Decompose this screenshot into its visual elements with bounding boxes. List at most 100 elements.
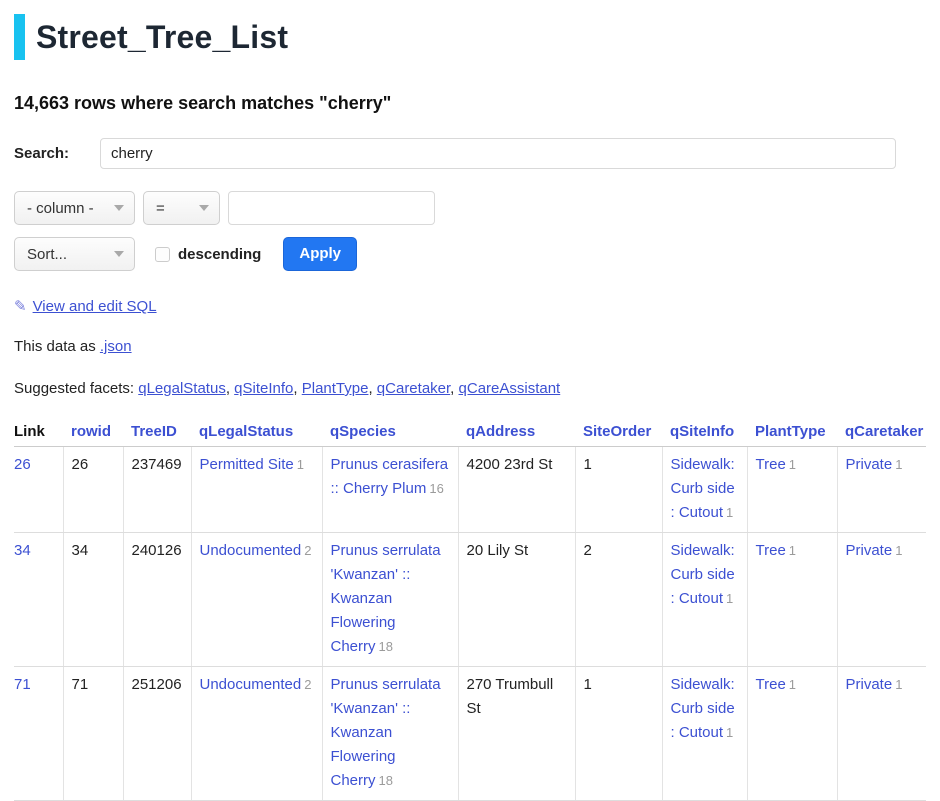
column-header-link: Link — [14, 417, 63, 447]
cell-qspecies: Prunus serrulata 'Kwanzan' :: Kwanzan Fl… — [322, 667, 458, 801]
cell-link: 34 — [14, 533, 63, 667]
operator-select[interactable]: = — [143, 191, 220, 225]
table-row: 26 26 237469 Permitted Site1 Prunus cera… — [14, 447, 926, 533]
table-header-row: Link rowid TreeID qLegalStatus qSpecies … — [14, 417, 926, 447]
cell-qcaretaker: Private1 — [837, 447, 926, 533]
cell-qcaretaker: Private1 — [837, 533, 926, 667]
column-header-label: qCaretaker — [845, 423, 923, 440]
facet-value-link[interactable]: Permitted Site — [200, 456, 294, 473]
column-select-value: - column - — [27, 200, 94, 217]
column-header-siteorder[interactable]: SiteOrder — [575, 417, 662, 447]
chevron-down-icon — [114, 251, 124, 257]
facet-link-qCareAssistant[interactable]: qCareAssistant — [459, 380, 561, 397]
facet-count: 1 — [726, 725, 733, 740]
operator-select-value: = — [156, 200, 165, 217]
facet-link-qCaretaker[interactable]: qCaretaker — [377, 380, 450, 397]
column-header-label: rowid — [71, 423, 111, 440]
cell-qaddress: 270 Trumbull St — [458, 667, 575, 801]
facet-link-PlantType[interactable]: PlantType — [302, 380, 369, 397]
cell-treeid: 237469 — [123, 447, 191, 533]
column-header-treeid[interactable]: TreeID — [123, 417, 191, 447]
data-as-row: This data as .json — [14, 338, 926, 355]
column-header-qspecies[interactable]: qSpecies — [322, 417, 458, 447]
descending-label: descending — [178, 246, 261, 263]
cell-qcaretaker: Private1 — [837, 667, 926, 801]
row-link[interactable]: 26 — [14, 456, 31, 473]
facet-separator: , — [450, 380, 458, 397]
view-edit-sql-link[interactable]: View and edit SQL — [33, 298, 157, 315]
facet-count: 1 — [789, 457, 796, 472]
search-input[interactable] — [100, 138, 896, 169]
facet-link-qSiteInfo[interactable]: qSiteInfo — [234, 380, 293, 397]
column-header-qcaretaker[interactable]: qCaretaker — [837, 417, 926, 447]
cell-qsiteinfo: Sidewalk: Curb side : Cutout1 — [662, 533, 747, 667]
filter-value-input[interactable] — [228, 191, 435, 225]
column-header-label: PlantType — [755, 423, 826, 440]
column-header-label: qSiteInfo — [670, 423, 734, 440]
facets-prefix: Suggested facets: — [14, 380, 138, 397]
facet-value-link[interactable]: Undocumented — [200, 542, 302, 559]
sort-select-value: Sort... — [27, 246, 67, 263]
cell-rowid: 26 — [63, 447, 123, 533]
facet-count: 1 — [895, 677, 902, 692]
column-header-planttype[interactable]: PlantType — [747, 417, 837, 447]
pencil-icon: ✎ — [14, 298, 27, 315]
facet-count: 16 — [429, 481, 443, 496]
descending-checkbox[interactable] — [155, 247, 170, 262]
sql-row: ✎ View and edit SQL — [14, 297, 926, 315]
column-header-rowid[interactable]: rowid — [63, 417, 123, 447]
column-header-label: qLegalStatus — [199, 423, 293, 440]
cell-qlegalstatus: Permitted Site1 — [191, 447, 322, 533]
apply-button[interactable]: Apply — [283, 237, 357, 271]
cell-link: 71 — [14, 667, 63, 801]
filter-row: - column - = — [14, 191, 926, 225]
json-link[interactable]: .json — [100, 338, 132, 355]
column-header-qlegalstatus[interactable]: qLegalStatus — [191, 417, 322, 447]
facet-separator: , — [293, 380, 301, 397]
facet-value-link[interactable]: Tree — [756, 456, 786, 473]
search-row: Search: — [14, 138, 926, 169]
results-table: Link rowid TreeID qLegalStatus qSpecies … — [14, 417, 926, 801]
facet-value-link[interactable]: Tree — [756, 542, 786, 559]
facet-count: 2 — [304, 677, 311, 692]
column-header-label: SiteOrder — [583, 423, 651, 440]
column-header-qaddress[interactable]: qAddress — [458, 417, 575, 447]
facet-value-link[interactable]: Private — [846, 542, 893, 559]
row-link[interactable]: 71 — [14, 676, 31, 693]
data-as-prefix: This data as — [14, 338, 100, 355]
facet-count: 18 — [379, 773, 393, 788]
facet-count: 1 — [726, 505, 733, 520]
cell-qspecies: Prunus serrulata 'Kwanzan' :: Kwanzan Fl… — [322, 533, 458, 667]
cell-qsiteinfo: Sidewalk: Curb side : Cutout1 — [662, 667, 747, 801]
facet-count: 1 — [726, 591, 733, 606]
cell-treeid: 251206 — [123, 667, 191, 801]
facet-value-link[interactable]: Private — [846, 676, 893, 693]
cell-qspecies: Prunus cerasifera :: Cherry Plum16 — [322, 447, 458, 533]
sort-select[interactable]: Sort... — [14, 237, 135, 271]
row-count-heading: 14,663 rows where search matches "cherry… — [14, 93, 926, 114]
cell-siteorder: 1 — [575, 667, 662, 801]
facet-link-qLegalStatus[interactable]: qLegalStatus — [138, 380, 226, 397]
facet-value-link[interactable]: Tree — [756, 676, 786, 693]
cell-qlegalstatus: Undocumented2 — [191, 533, 322, 667]
cell-siteorder: 2 — [575, 533, 662, 667]
facet-value-link[interactable]: Undocumented — [200, 676, 302, 693]
cell-qaddress: 4200 23rd St — [458, 447, 575, 533]
column-select[interactable]: - column - — [14, 191, 135, 225]
cell-treeid: 240126 — [123, 533, 191, 667]
sort-row: Sort... descending Apply — [14, 237, 926, 271]
column-header-qsiteinfo[interactable]: qSiteInfo — [662, 417, 747, 447]
facet-value-link[interactable]: Private — [846, 456, 893, 473]
cell-planttype: Tree1 — [747, 447, 837, 533]
facet-count: 1 — [789, 677, 796, 692]
row-link[interactable]: 34 — [14, 542, 31, 559]
column-header-label: TreeID — [131, 423, 177, 440]
cell-rowid: 34 — [63, 533, 123, 667]
facet-count: 18 — [379, 639, 393, 654]
column-header-label: qSpecies — [330, 423, 396, 440]
chevron-down-icon — [199, 205, 209, 211]
table-row: 34 34 240126 Undocumented2 Prunus serrul… — [14, 533, 926, 667]
suggested-facets-row: Suggested facets: qLegalStatus, qSiteInf… — [14, 380, 926, 397]
facet-count: 1 — [297, 457, 304, 472]
facet-count: 1 — [789, 543, 796, 558]
